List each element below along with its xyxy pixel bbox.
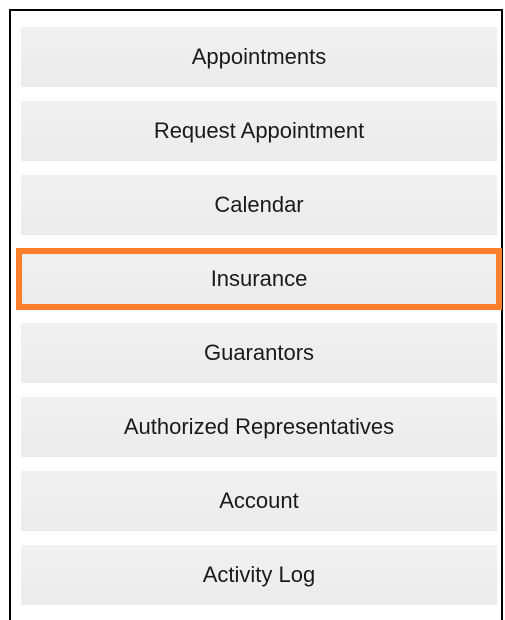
menu-item-authorized-representatives[interactable]: Authorized Representatives [21, 397, 497, 457]
menu-item-account[interactable]: Account [21, 471, 497, 531]
menu-item-guarantors[interactable]: Guarantors [21, 323, 497, 383]
menu-item-activity-log[interactable]: Activity Log [21, 545, 497, 605]
menu-item-request-appointment[interactable]: Request Appointment [21, 101, 497, 161]
navigation-panel: Appointments Request Appointment Calenda… [9, 9, 503, 620]
menu-list: Appointments Request Appointment Calenda… [16, 27, 502, 619]
menu-item-calendar[interactable]: Calendar [21, 175, 497, 235]
menu-item-insurance[interactable]: Insurance [16, 248, 502, 310]
menu-item-appointments[interactable]: Appointments [21, 27, 497, 87]
